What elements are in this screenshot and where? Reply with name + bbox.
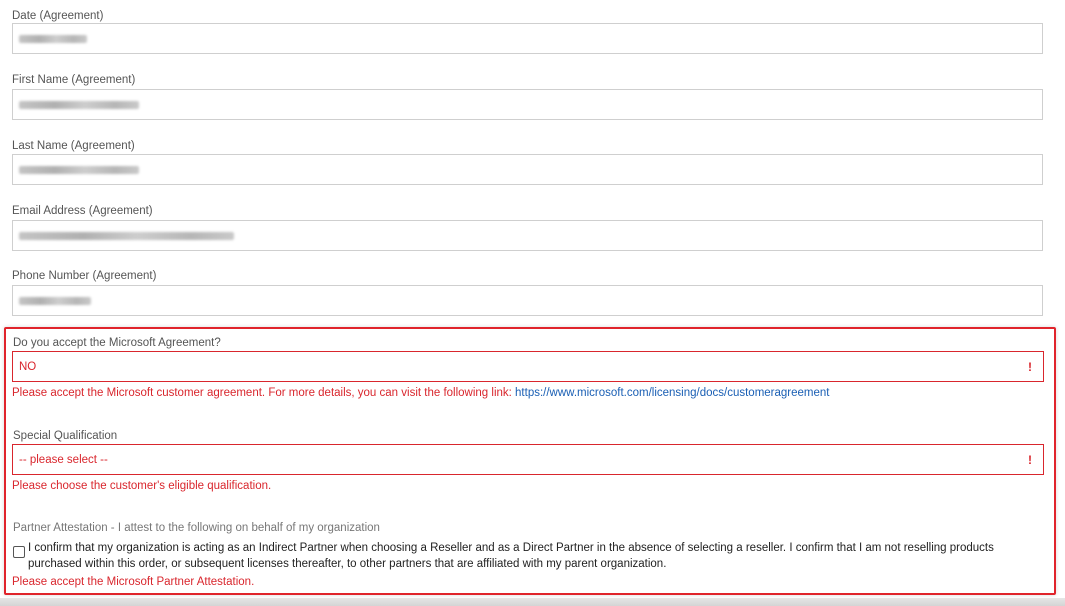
qualification-selected-value: -- please select -- bbox=[19, 454, 108, 466]
email-input[interactable] bbox=[12, 220, 1043, 251]
qualification-select[interactable]: -- please select -- ! bbox=[12, 444, 1044, 475]
qualification-label: Special Qualification bbox=[13, 430, 118, 442]
attestation-checkbox[interactable] bbox=[13, 546, 25, 558]
email-label: Email Address (Agreement) bbox=[12, 205, 153, 217]
agreement-select[interactable]: NO ! bbox=[12, 351, 1044, 382]
customer-agreement-link[interactable]: https://www.microsoft.com/licensing/docs… bbox=[515, 387, 829, 399]
agreement-selected-value: NO bbox=[19, 361, 37, 373]
attestation-error-message: Please accept the Microsoft Partner Atte… bbox=[12, 576, 255, 588]
phone-input[interactable] bbox=[12, 285, 1043, 316]
error-icon: ! bbox=[1028, 453, 1032, 467]
first-name-input-value-redacted bbox=[19, 101, 139, 109]
agreement-error-text: Please accept the Microsoft customer agr… bbox=[12, 387, 516, 399]
error-icon: ! bbox=[1028, 360, 1032, 374]
first-name-label: First Name (Agreement) bbox=[12, 74, 136, 86]
date-label: Date (Agreement) bbox=[12, 10, 104, 22]
first-name-input[interactable] bbox=[12, 89, 1043, 120]
agreement-error-message: Please accept the Microsoft customer agr… bbox=[12, 387, 829, 399]
email-input-value-redacted bbox=[19, 232, 234, 240]
attestation-checkbox-text: I confirm that my organization is acting… bbox=[28, 542, 994, 570]
phone-label: Phone Number (Agreement) bbox=[12, 270, 157, 282]
date-input-value-redacted bbox=[19, 35, 87, 43]
attestation-label: Partner Attestation - I attest to the fo… bbox=[13, 522, 380, 534]
phone-input-value-redacted bbox=[19, 297, 91, 305]
date-input[interactable] bbox=[12, 23, 1043, 54]
last-name-input-value-redacted bbox=[19, 166, 139, 174]
last-name-label: Last Name (Agreement) bbox=[12, 140, 135, 152]
page-bottom-edge bbox=[0, 598, 1065, 606]
agreement-label: Do you accept the Microsoft Agreement? bbox=[13, 337, 221, 349]
qualification-error-message: Please choose the customer's eligible qu… bbox=[12, 480, 272, 492]
last-name-input[interactable] bbox=[12, 154, 1043, 185]
